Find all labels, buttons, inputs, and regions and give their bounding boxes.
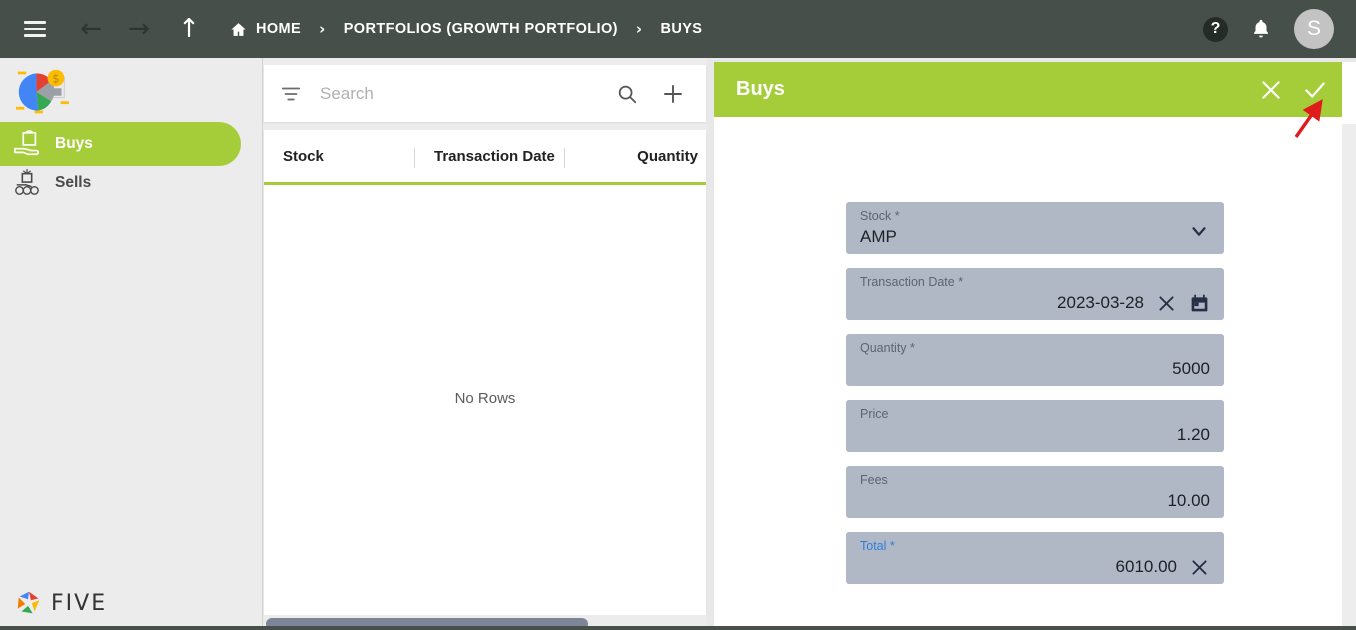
field-total[interactable]: Total * 6010.00	[846, 532, 1224, 584]
bell-icon[interactable]	[1250, 17, 1272, 41]
field-row-transaction-date: 2023-03-28	[860, 289, 1210, 317]
top-navigation-bar: ← → ↑ HOME › PORTFOLIOS (GROWTH PORTFOLI…	[0, 0, 1356, 58]
svg-text:$: $	[52, 73, 59, 86]
field-label-stock: Stock *	[860, 209, 900, 223]
field-price[interactable]: Price 1.20	[846, 400, 1224, 452]
breadcrumb-label-home: HOME	[256, 21, 302, 37]
red-arrow-icon	[1294, 99, 1323, 138]
field-row-total: 6010.00	[860, 553, 1210, 581]
five-pinwheel-icon	[17, 591, 40, 614]
add-record-button[interactable]	[656, 77, 690, 111]
breadcrumb-separator-1: ›	[319, 20, 326, 38]
sidebar-item-sells[interactable]: Sells	[0, 161, 241, 205]
form-header: Buys	[714, 62, 1342, 117]
breadcrumb-label-portfolios: PORTFOLIOS (GROWTH PORTFOLIO)	[343, 21, 618, 37]
list-panel: Stock Transaction Date Quantity No Rows	[263, 58, 707, 630]
hamburger-icon	[24, 17, 46, 40]
close-icon[interactable]	[1156, 293, 1177, 314]
search-bar	[264, 65, 706, 122]
records-grid: Stock Transaction Date Quantity No Rows	[264, 130, 706, 615]
field-value-transaction-date: 2023-03-28	[1057, 293, 1144, 312]
arrow-up-icon: ↑	[178, 14, 200, 44]
search-icon	[618, 85, 637, 103]
sidebar-item-buys[interactable]: Buys	[0, 122, 241, 166]
field-value-fees: 10.00	[1167, 491, 1210, 510]
portfolio-pie-icon: $	[16, 69, 69, 114]
window-bottom-strip	[0, 626, 1356, 630]
grid-body: No Rows	[264, 185, 706, 612]
empty-state-text: No Rows	[454, 390, 516, 407]
arrow-right-icon: →	[128, 14, 150, 44]
field-label-price: Price	[860, 407, 889, 421]
avatar[interactable]: S	[1294, 9, 1334, 49]
search-button[interactable]	[610, 77, 644, 111]
grid-header-row: Stock Transaction Date Quantity	[264, 130, 706, 185]
field-value-quantity: 5000	[1172, 359, 1210, 378]
topbar-actions: ? S	[1203, 9, 1356, 49]
vertical-scrollbar[interactable]	[1342, 124, 1356, 630]
field-fees[interactable]: Fees 10.00	[846, 466, 1224, 518]
search-input[interactable]	[320, 83, 610, 104]
field-stock[interactable]: Stock * AMP	[846, 202, 1224, 254]
breadcrumb: HOME › PORTFOLIOS (GROWTH PORTFOLIO) › B…	[230, 20, 702, 38]
help-glyph: ?	[1210, 20, 1221, 37]
filter-icon[interactable]	[280, 83, 302, 105]
field-transaction-date[interactable]: Transaction Date * 2023-03-28	[846, 268, 1224, 320]
forward-button[interactable]: →	[120, 10, 158, 48]
chevron-down-icon[interactable]	[1188, 220, 1210, 242]
hand-bag-icon	[14, 130, 40, 156]
close-icon[interactable]	[1189, 557, 1210, 578]
field-label-fees: Fees	[860, 473, 888, 487]
form-title: Buys	[736, 78, 785, 100]
column-divider-2	[564, 148, 565, 168]
column-divider-1	[414, 148, 415, 168]
field-quantity[interactable]: Quantity * 5000	[846, 334, 1224, 386]
form-body: Stock * AMP Transaction Date * 2023-03-2…	[714, 117, 1342, 630]
column-header-transaction-date[interactable]: Transaction Date	[434, 148, 555, 165]
field-label-transaction-date: Transaction Date *	[860, 275, 964, 289]
brand-logo: FIVE	[14, 588, 107, 618]
breadcrumb-item-portfolios[interactable]: PORTFOLIOS (GROWTH PORTFOLIO)	[344, 21, 618, 37]
column-header-quantity[interactable]: Quantity	[637, 148, 698, 165]
breadcrumb-item-buys[interactable]: BUYS	[660, 21, 702, 37]
breadcrumb-item-home[interactable]: HOME	[230, 21, 301, 38]
field-label-total: Total *	[860, 539, 895, 553]
app-root: ← → ↑ HOME › PORTFOLIOS (GROWTH PORTFOLI…	[0, 0, 1356, 630]
calendar-icon[interactable]	[1189, 293, 1210, 314]
form-panel: Buys Stock * AMP Transaction Date * 2023…	[714, 62, 1356, 630]
field-value-price: 1.20	[1176, 425, 1210, 444]
column-header-stock[interactable]: Stock	[283, 148, 324, 165]
sidebar-item-label-sells: Sells	[55, 174, 92, 191]
up-button[interactable]: ↑	[170, 10, 208, 48]
field-value-stock: AMP	[860, 227, 897, 246]
home-icon	[231, 22, 246, 36]
breadcrumb-separator-2: ›	[635, 20, 643, 38]
arrow-left-icon: ←	[80, 14, 102, 44]
field-value-total: 6010.00	[1115, 557, 1177, 576]
sidebar: $ Buys Sells FIVE	[0, 58, 263, 630]
brand-name: FIVE	[51, 590, 108, 616]
close-icon[interactable]	[1258, 77, 1284, 103]
plus-icon	[664, 84, 682, 103]
avatar-initial: S	[1306, 17, 1321, 40]
help-icon[interactable]: ?	[1203, 16, 1228, 42]
hamburger-menu-button[interactable]	[16, 10, 54, 48]
back-button[interactable]: ←	[72, 10, 110, 48]
hand-coins-icon	[15, 169, 39, 195]
breadcrumb-label-buys: BUYS	[660, 21, 703, 37]
sidebar-item-label-buys: Buys	[55, 135, 93, 152]
field-label-quantity: Quantity *	[860, 341, 915, 355]
